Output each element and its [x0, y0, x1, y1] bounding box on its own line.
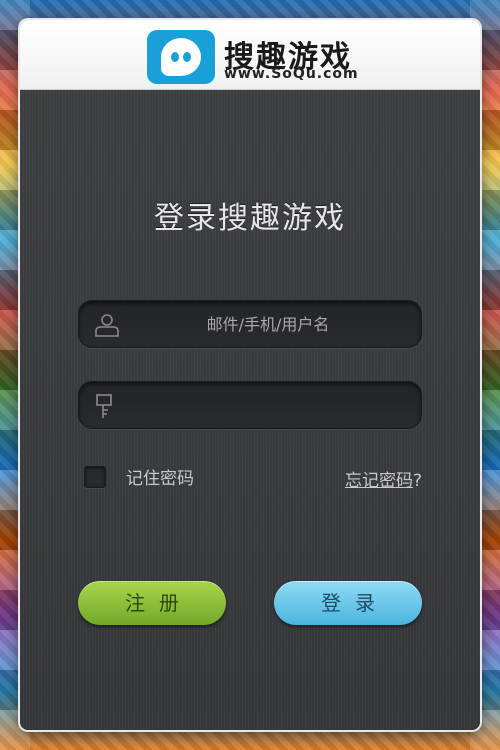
forgot-password-suffix: ?	[412, 471, 422, 491]
login-button[interactable]: 登录	[274, 581, 422, 625]
password-input[interactable]	[129, 382, 407, 428]
login-form: 登录搜趣游戏 记住密码 忘记密码?	[20, 91, 480, 730]
login-dialog: 搜趣游戏 www.SoQu.com 登录搜趣游戏 邮件/手机/用户名 记住密码 …	[20, 20, 480, 730]
forgot-password: 忘记密码?	[345, 466, 422, 491]
remember-password-checkbox[interactable]	[84, 465, 106, 488]
brand-url: www.SoQu.com	[224, 66, 359, 82]
password-field-container	[78, 381, 422, 429]
key-icon	[93, 392, 121, 420]
user-icon	[93, 311, 121, 339]
register-button[interactable]: 注册	[78, 581, 226, 625]
remember-password-row: 记住密码	[84, 464, 194, 489]
forgot-password-link[interactable]: 忘记密码	[345, 471, 413, 491]
username-input[interactable]	[129, 301, 407, 347]
username-field-container	[78, 300, 422, 348]
brand-header: 搜趣游戏 www.SoQu.com	[20, 20, 480, 90]
soqu-logo-icon	[147, 30, 215, 84]
page-title: 登录搜趣游戏	[154, 201, 346, 236]
remember-password-label: 记住密码	[126, 469, 194, 489]
